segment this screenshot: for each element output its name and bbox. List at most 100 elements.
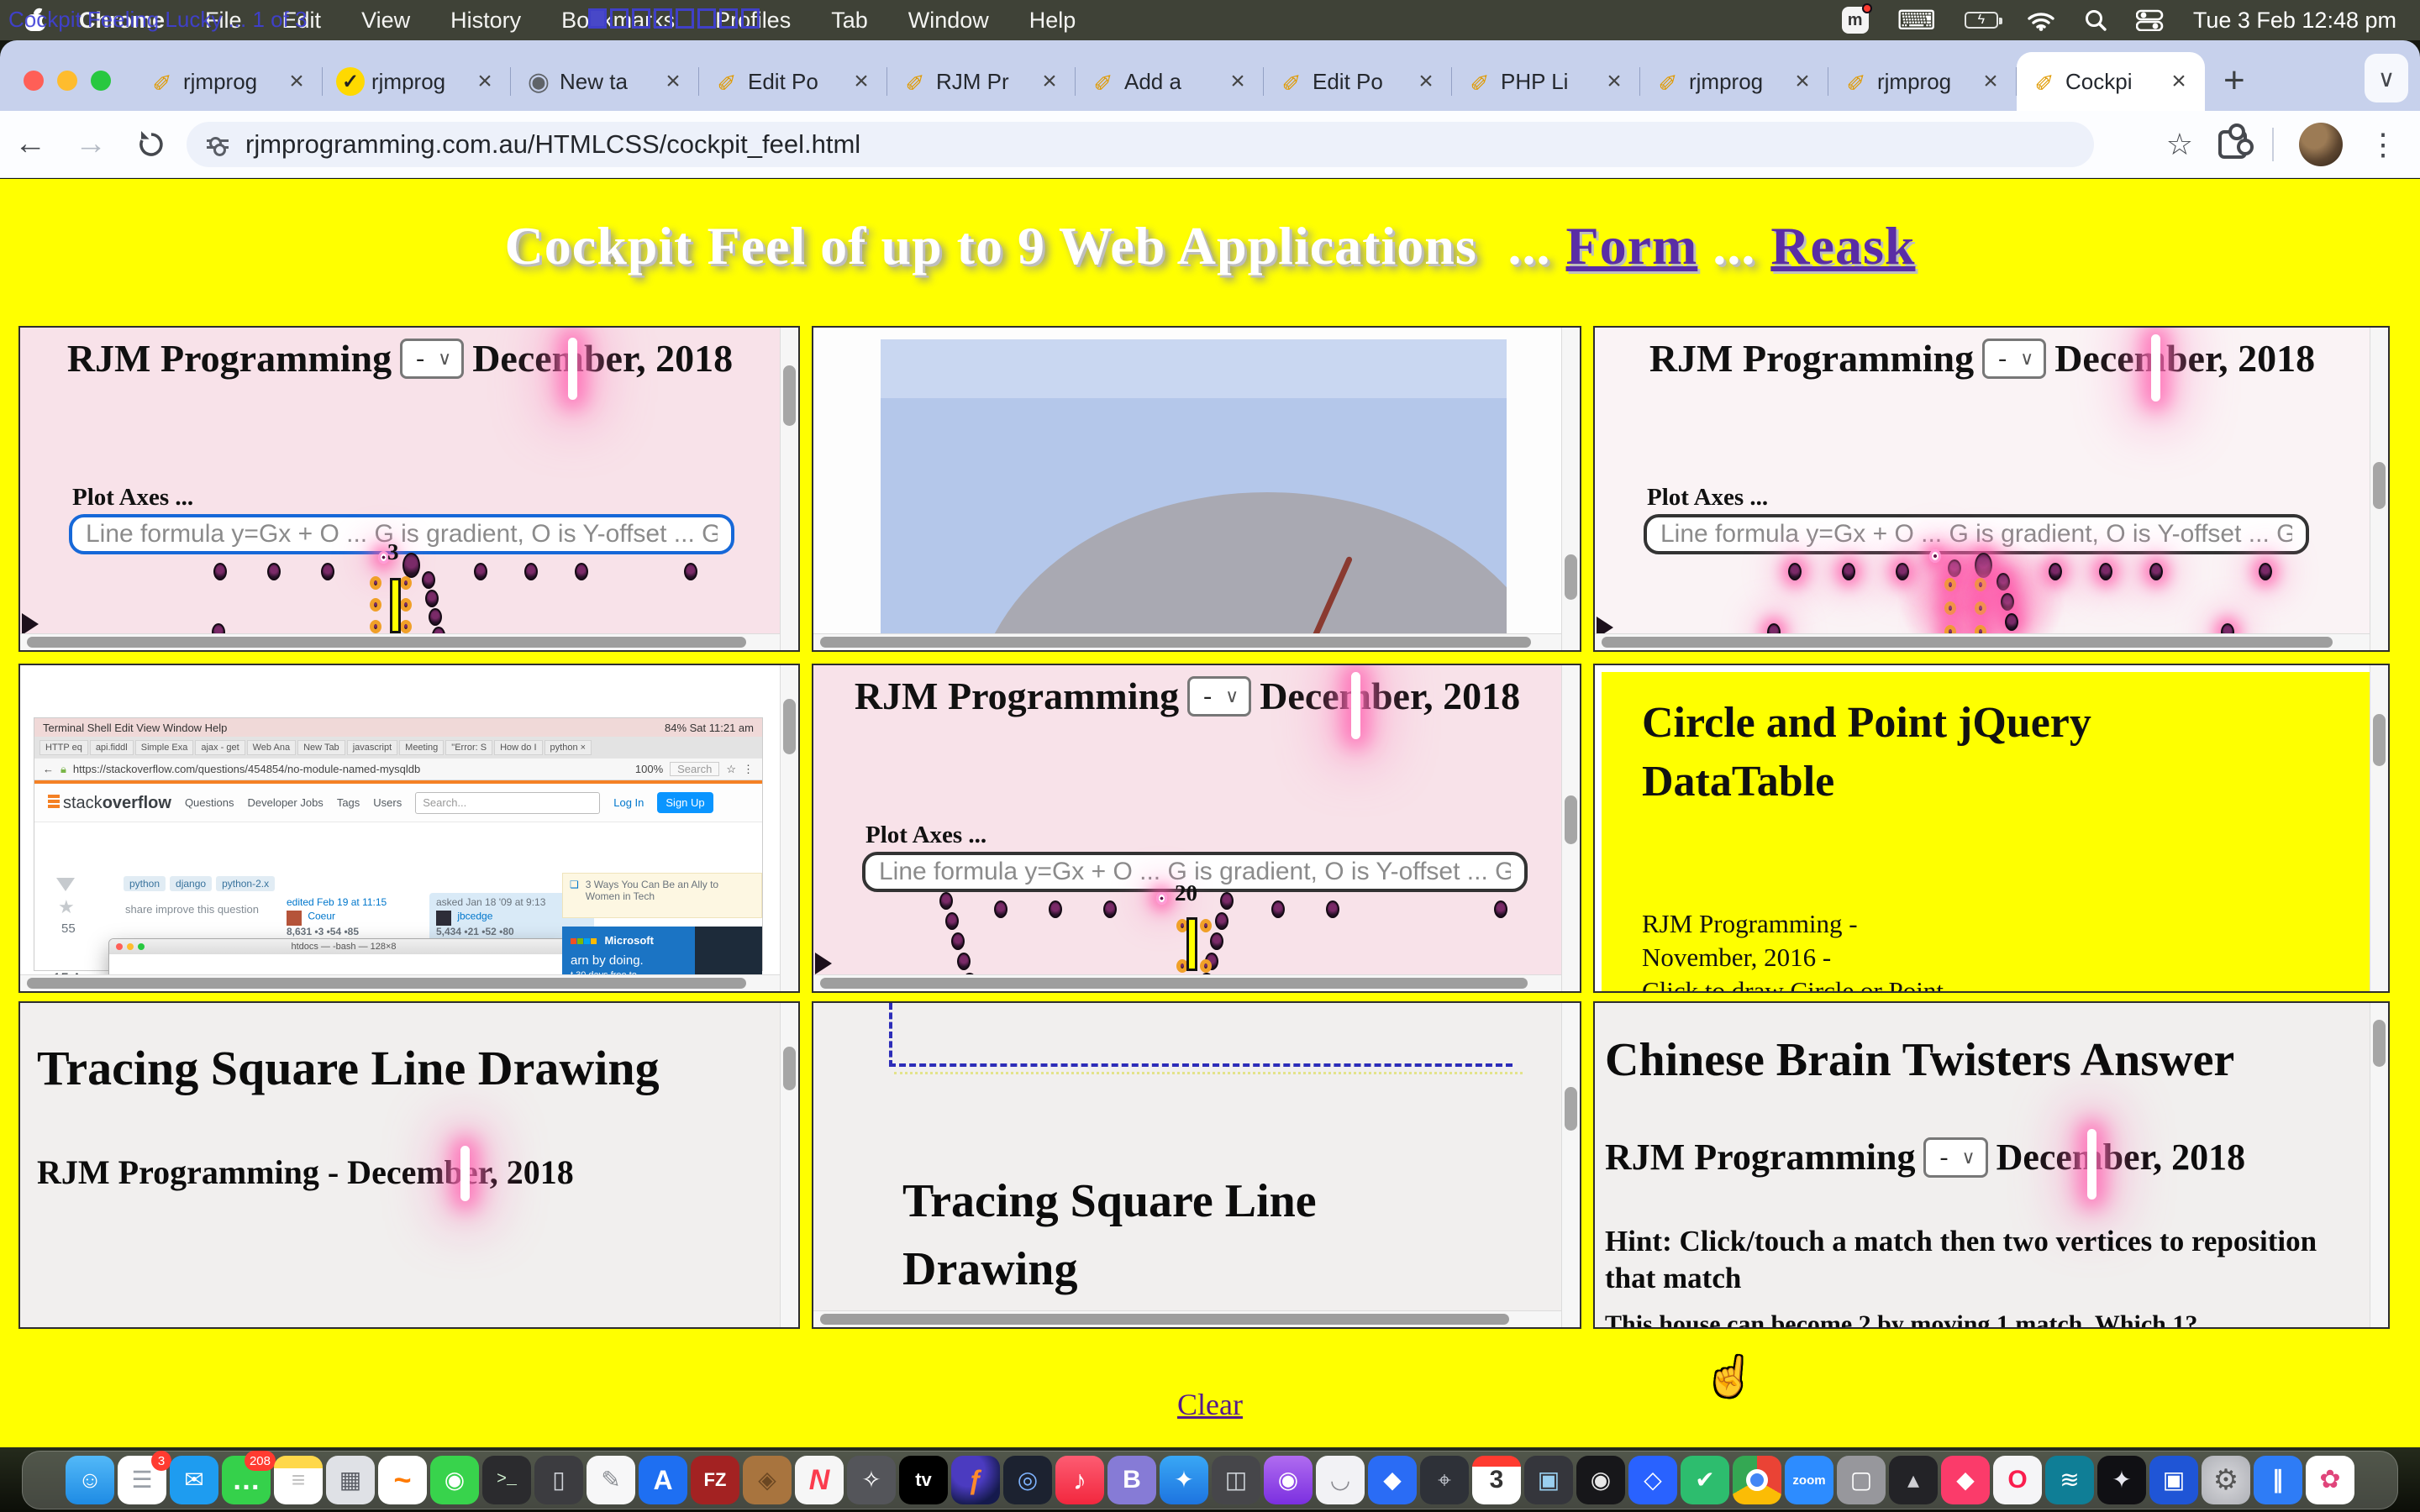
- bookmark-star-icon[interactable]: ☆: [2166, 127, 2193, 162]
- vertical-scrollbar[interactable]: [2370, 665, 2388, 991]
- menu-help[interactable]: Help: [1009, 8, 1097, 34]
- browser-tab[interactable]: Edit Po ×: [699, 52, 887, 111]
- tab-close-icon[interactable]: ×: [1035, 67, 1064, 96]
- vertical-scrollbar[interactable]: [2370, 328, 2388, 650]
- dock-iphone-mirroring[interactable]: ▯: [534, 1456, 583, 1504]
- dock-podcasts[interactable]: ◉: [1264, 1456, 1313, 1504]
- dock-dropbox-app[interactable]: ◇: [1628, 1456, 1677, 1504]
- tab-close-icon[interactable]: ×: [2165, 67, 2193, 96]
- menu-window[interactable]: Window: [888, 8, 1009, 34]
- url-text[interactable]: rjmprogramming.com.au/HTMLCSS/cockpit_fe…: [245, 129, 860, 160]
- tab-close-icon[interactable]: ×: [1788, 67, 1817, 96]
- battery-charging-icon[interactable]: ϟ: [1965, 12, 1998, 29]
- wifi-icon[interactable]: [2027, 9, 2055, 31]
- dock-apple-tv[interactable]: tv: [899, 1456, 948, 1504]
- dock-opera[interactable]: O: [1993, 1456, 2042, 1504]
- tab-close-icon[interactable]: ×: [1600, 67, 1628, 96]
- browser-tab[interactable]: rjmprog ×: [1828, 52, 2017, 111]
- vertical-scrollbar[interactable]: [780, 665, 798, 991]
- form-link[interactable]: Form: [1566, 216, 1698, 276]
- dock-launchpad[interactable]: ▦: [326, 1456, 375, 1504]
- dock-gray-app[interactable]: ▢: [1837, 1456, 1886, 1504]
- zoom-window-button[interactable]: [91, 71, 111, 91]
- month-select[interactable]: -∨: [1982, 339, 2046, 379]
- dock-photo-booth[interactable]: ▣: [1524, 1456, 1573, 1504]
- extensions-icon[interactable]: [2218, 130, 2247, 159]
- dock-music[interactable]: ♪: [1055, 1456, 1104, 1504]
- dock-bbedit[interactable]: B: [1107, 1456, 1156, 1504]
- browser-tab[interactable]: PHP Li ×: [1452, 52, 1640, 111]
- profile-avatar[interactable]: [2299, 123, 2343, 166]
- tab-close-icon[interactable]: ×: [1976, 67, 2005, 96]
- reask-link[interactable]: Reask: [1770, 216, 1915, 276]
- dock-notes[interactable]: ≡: [274, 1456, 323, 1504]
- dock-photos[interactable]: ✿: [2306, 1456, 2354, 1504]
- clear-link[interactable]: Clear: [0, 1387, 2420, 1422]
- keyboard-icon[interactable]: ⌨: [1897, 7, 1936, 34]
- tab-search-chevron-icon[interactable]: ∨: [2365, 54, 2408, 102]
- browser-tab[interactable]: Edit Po ×: [1264, 52, 1452, 111]
- dock-camera-app[interactable]: ◉: [1576, 1456, 1625, 1504]
- vertical-scrollbar[interactable]: [1561, 665, 1580, 991]
- dock-filezilla[interactable]: FZ: [691, 1456, 739, 1504]
- month-select[interactable]: -∨: [1923, 1137, 1987, 1178]
- tab-close-icon[interactable]: ×: [1223, 67, 1252, 96]
- dock-settings[interactable]: ⚙: [2202, 1456, 2250, 1504]
- vertical-scrollbar[interactable]: [2370, 1003, 2388, 1327]
- dock-white-app[interactable]: ◡: [1316, 1456, 1365, 1504]
- menu-view[interactable]: View: [341, 8, 430, 34]
- dock-calendar[interactable]: 3: [1472, 1456, 1521, 1504]
- vertical-scrollbar[interactable]: [1561, 328, 1580, 650]
- menubar-clock[interactable]: Tue 3 Feb 12:48 pm: [2193, 8, 2396, 34]
- reload-button[interactable]: [121, 128, 182, 161]
- horizontal-scrollbar[interactable]: [20, 633, 780, 650]
- dock-firefox[interactable]: ƒ: [951, 1456, 1000, 1504]
- tab-close-icon[interactable]: ×: [282, 67, 311, 96]
- tab-close-icon[interactable]: ×: [1412, 67, 1440, 96]
- back-button[interactable]: ←: [0, 126, 60, 162]
- browser-tab[interactable]: rjmprog ×: [1640, 52, 1828, 111]
- month-select[interactable]: -∨: [1187, 676, 1251, 717]
- vertical-scrollbar[interactable]: [1561, 1003, 1580, 1327]
- spotlight-search-icon[interactable]: [2084, 8, 2107, 32]
- tab-close-icon[interactable]: ×: [659, 67, 687, 96]
- dock-finder[interactable]: ☺: [66, 1456, 114, 1504]
- dock-zoom[interactable]: zoom: [1785, 1456, 1833, 1504]
- dock-pink-app[interactable]: ◆: [1941, 1456, 1990, 1504]
- browser-tab[interactable]: rjmprog ×: [134, 52, 323, 111]
- dock-app-store[interactable]: A: [639, 1456, 687, 1504]
- browser-tab[interactable]: RJM Pr ×: [887, 52, 1076, 111]
- dock-blue-app2[interactable]: ▣: [2149, 1456, 2198, 1504]
- dock-utility-app[interactable]: ✧: [847, 1456, 896, 1504]
- dock-parallels[interactable]: ∥: [2254, 1456, 2302, 1504]
- dock-facetime[interactable]: ◉: [430, 1456, 479, 1504]
- month-select[interactable]: -∨: [400, 339, 464, 379]
- horizontal-scrollbar[interactable]: [813, 974, 1561, 991]
- menubar-app-icon[interactable]: m: [1842, 7, 1869, 34]
- dock-teal-app[interactable]: ≋: [2045, 1456, 2094, 1504]
- dock-messages[interactable]: … 208: [222, 1456, 271, 1504]
- browser-tab[interactable]: Cockpi ×: [2017, 52, 2205, 111]
- dock-brown-app[interactable]: ◈: [743, 1456, 792, 1504]
- dock-preview[interactable]: ◫: [1212, 1456, 1260, 1504]
- chrome-menu-icon[interactable]: ⋮: [2368, 127, 2398, 162]
- dock-textedit[interactable]: ✎: [587, 1456, 635, 1504]
- vertical-scrollbar[interactable]: [780, 1003, 798, 1327]
- vertical-scrollbar[interactable]: [780, 328, 798, 650]
- datatable-byline-3[interactable]: Click to draw Circle or Point -: [1642, 976, 1959, 991]
- minimize-window-button[interactable]: [57, 71, 77, 91]
- control-center-icon[interactable]: [2136, 9, 2165, 31]
- tab-close-icon[interactable]: ×: [471, 67, 499, 96]
- omnibox[interactable]: rjmprogramming.com.au/HTMLCSS/cockpit_fe…: [187, 122, 2094, 167]
- dock-dark-app[interactable]: ◎: [1003, 1456, 1052, 1504]
- forward-button[interactable]: →: [60, 126, 121, 162]
- dock-news[interactable]: N: [795, 1456, 844, 1504]
- dock-chrome[interactable]: [1733, 1456, 1781, 1504]
- tab-close-icon[interactable]: ×: [847, 67, 876, 96]
- menu-history[interactable]: History: [430, 8, 541, 34]
- dock-safari[interactable]: ✦: [1160, 1456, 1208, 1504]
- browser-tab[interactable]: Add a ×: [1076, 52, 1264, 111]
- horizontal-scrollbar[interactable]: [20, 974, 780, 991]
- dock-capture-app[interactable]: ⌖: [1420, 1456, 1469, 1504]
- horizontal-scrollbar[interactable]: [813, 1310, 1561, 1327]
